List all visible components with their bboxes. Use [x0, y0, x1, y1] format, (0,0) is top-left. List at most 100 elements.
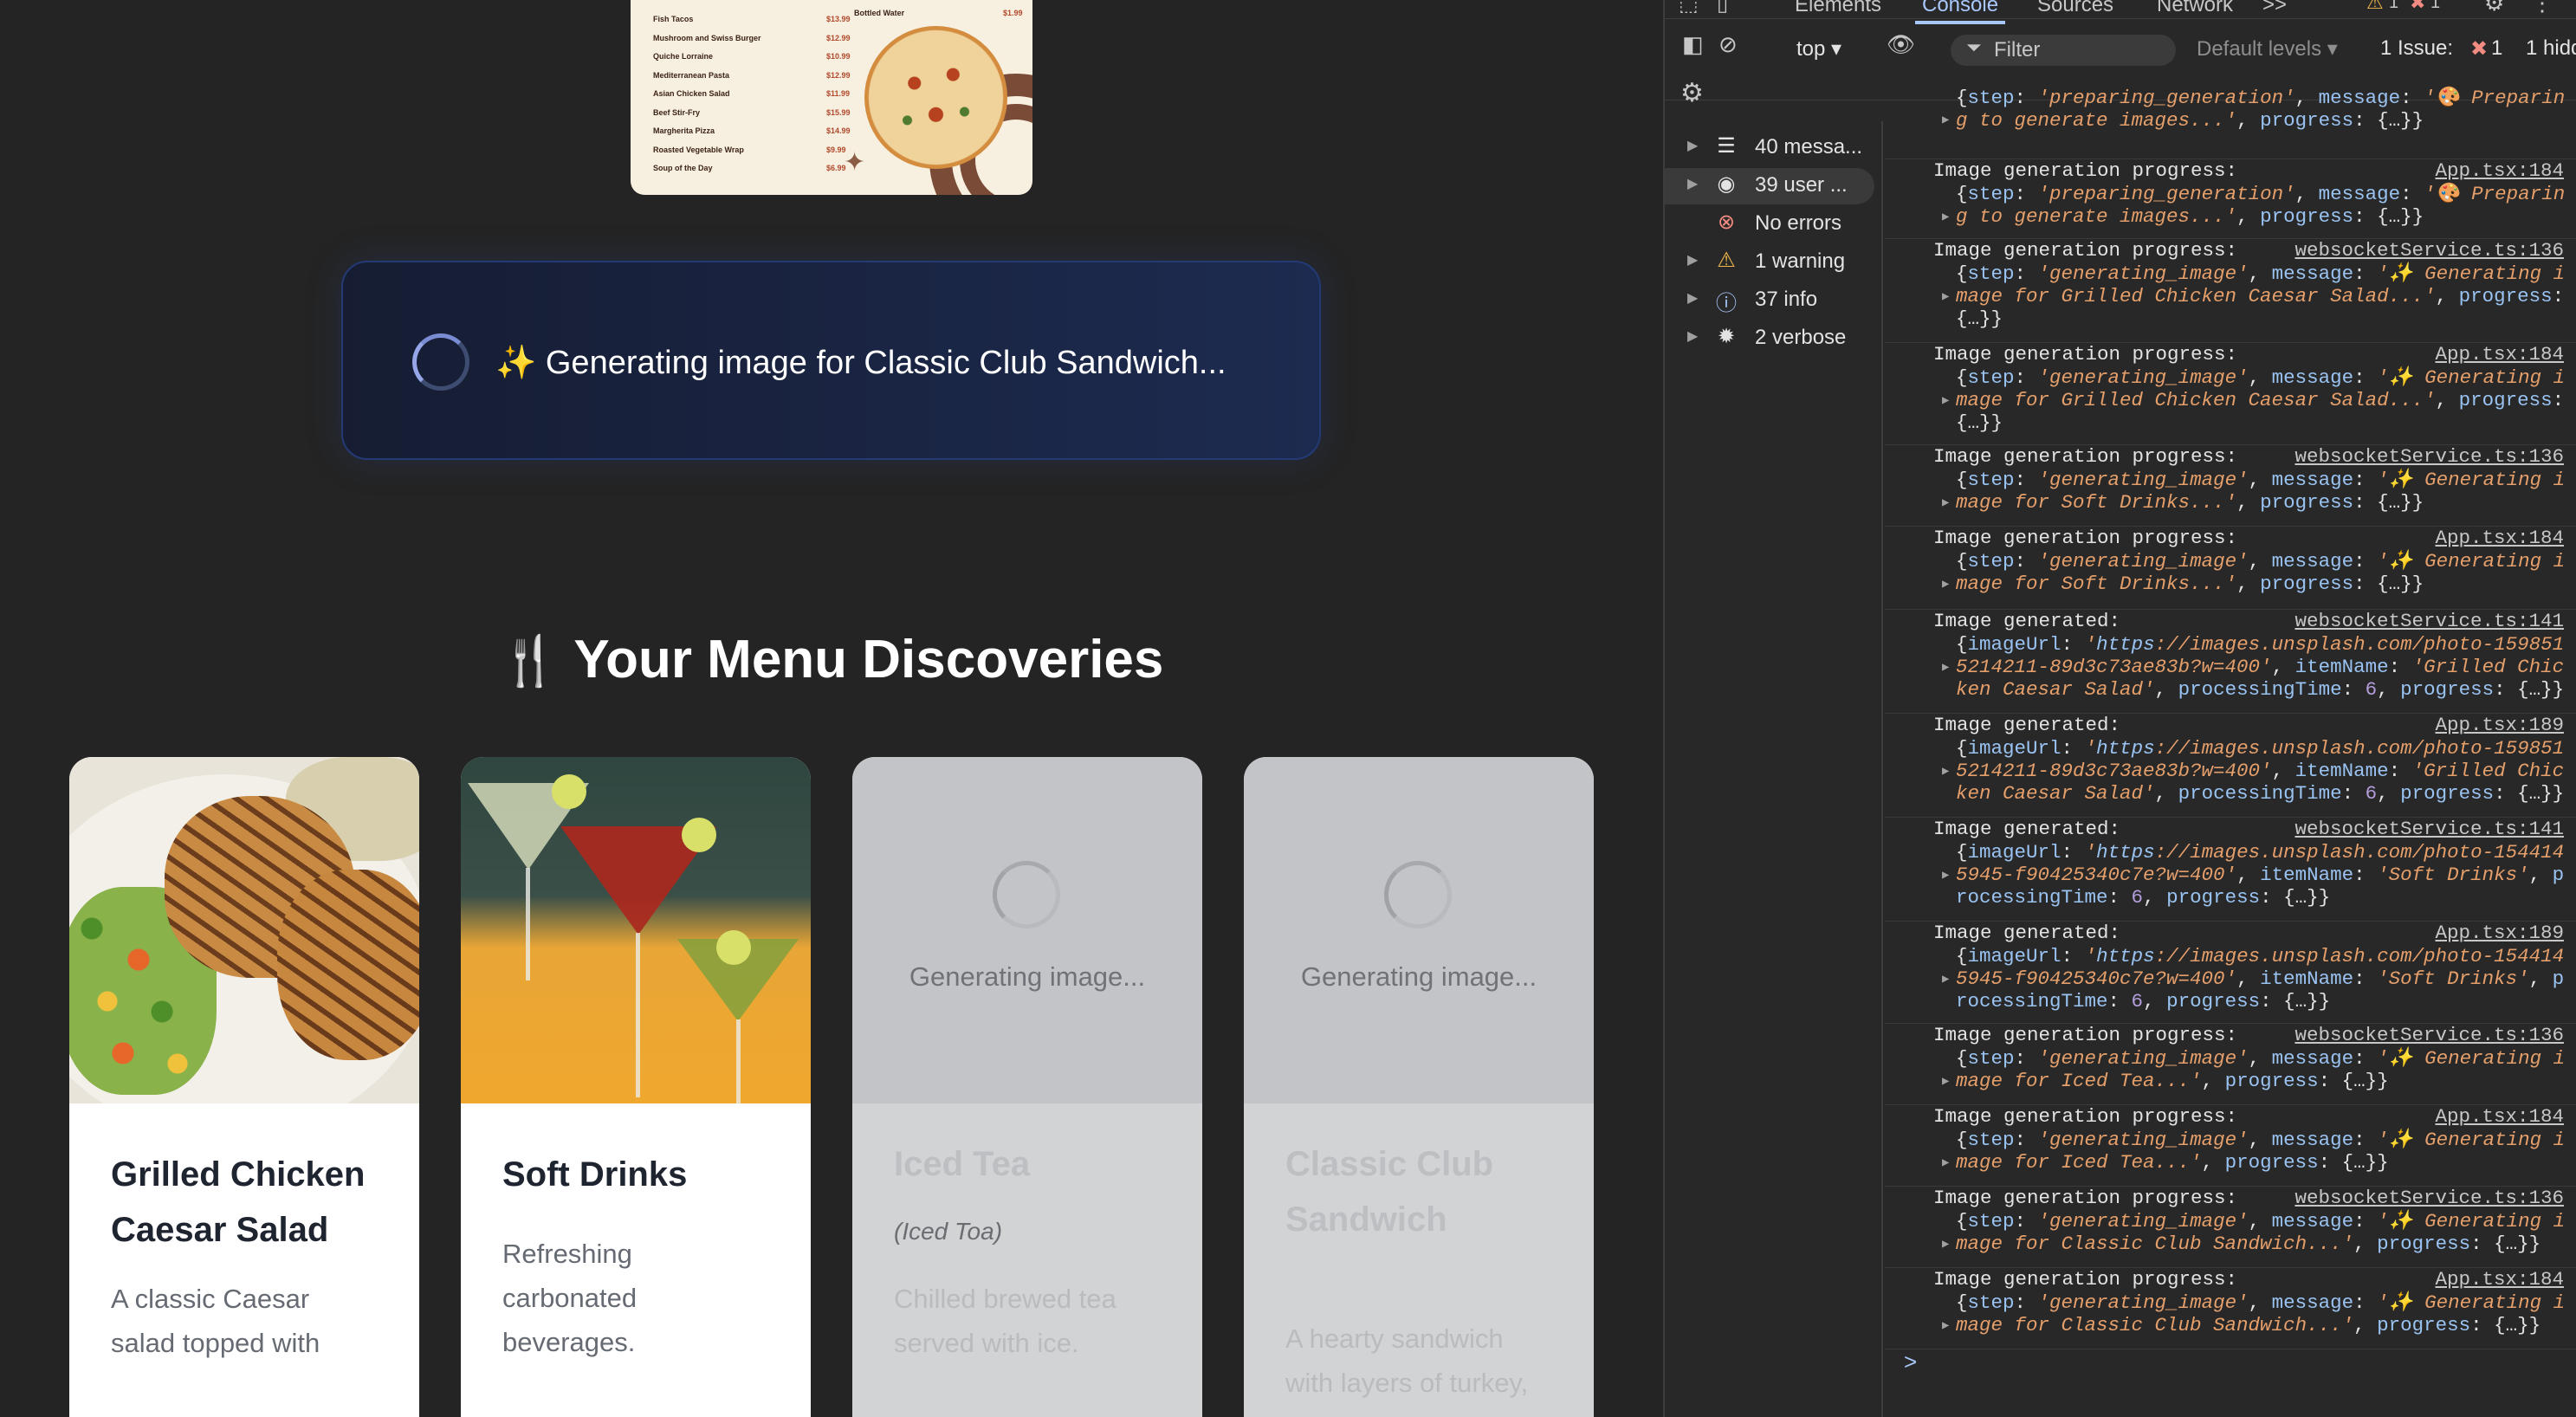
inspect-element-icon[interactable]: ⬚ — [1679, 0, 1699, 16]
expand-object-icon[interactable]: ▶ — [1942, 573, 1949, 596]
filter-icon: ⏷ — [1966, 36, 1982, 58]
console-log-entry[interactable]: Image generation progress: websocketServi… — [1885, 239, 2576, 343]
sidebar-item-verbose[interactable]: ▶ ✹ 2 verbose — [1665, 320, 1883, 357]
cocktail-drinks-image — [461, 757, 811, 1103]
expand-object-icon[interactable]: ▶ — [1942, 864, 1949, 887]
device-toolbar-icon[interactable]: ▯ — [1717, 0, 1728, 16]
log-source-link[interactable]: App.tsx:184 — [2435, 1268, 2564, 1291]
settings-gear-icon[interactable]: ⚙ — [2484, 0, 2504, 16]
expand-object-icon[interactable]: ▶ — [1942, 390, 1949, 412]
card-subtitle: (Iced Toa) — [894, 1218, 1003, 1245]
console-prompt[interactable]: > — [1904, 1349, 1917, 1375]
expand-arrow-icon[interactable]: ▶ — [1687, 175, 1698, 192]
filter-input[interactable]: ⏷ Filter — [1951, 35, 2176, 66]
expand-object-icon[interactable]: ▶ — [1942, 1315, 1949, 1337]
log-source-link[interactable]: App.tsx:189 — [2435, 714, 2564, 736]
sidebar-item-user-messages[interactable]: ▶ ◉ 39 user ... — [1665, 168, 1874, 204]
menu-preview-row: Bottled Water $1.99 — [854, 9, 1027, 21]
expand-object-icon[interactable]: ▶ — [1942, 1152, 1949, 1174]
expand-object-icon[interactable]: ▶ — [1942, 760, 1949, 783]
issues-button[interactable]: 1 Issue: — [2380, 36, 2453, 61]
log-object-preview: {imageUrl: 'https://images.unsplash.com/… — [1956, 633, 2565, 701]
warning-count: 1 — [2389, 0, 2399, 12]
log-source-link[interactable]: App.tsx:184 — [2435, 527, 2564, 549]
console-log-entry[interactable]: Image generation progress: App.tsx:184 ▶ {s… — [1885, 1105, 2576, 1187]
issues-count: 1 — [2491, 36, 2503, 60]
menu-item-name: Margherita Pizza — [653, 126, 715, 135]
menu-preview-row: Soup of the Day $6.99 — [653, 164, 846, 176]
menu-item-name: Soup of the Day — [653, 164, 713, 172]
log-object-preview: {step: 'generating_image', message: '✨ G… — [1956, 1210, 2566, 1255]
tab-sources[interactable]: Sources — [2037, 0, 2113, 17]
sidebar-item-info[interactable]: ▶ ⓘ 37 info — [1665, 282, 1883, 319]
log-object-preview: {step: 'generating_image', message: '✨ G… — [1956, 262, 2576, 330]
sidebar-item-warnings[interactable]: ▶ ⚠ 1 warning — [1665, 244, 1883, 281]
generating-image-text: Generating image... — [909, 961, 1146, 992]
loading-spinner-icon — [993, 861, 1060, 928]
expand-object-icon[interactable]: ▶ — [1942, 1233, 1949, 1256]
log-source-link[interactable]: App.tsx:189 — [2435, 922, 2564, 944]
expand-object-icon[interactable]: ▶ — [1942, 109, 1949, 132]
console-log-entry[interactable]: Image generation progress: App.tsx:184 ▶ {s… — [1885, 1268, 2576, 1349]
expand-object-icon[interactable]: ▶ — [1942, 1071, 1949, 1093]
menu-card[interactable]: Generating image... Iced Tea (Iced Toa) … — [852, 757, 1202, 1417]
expand-arrow-icon[interactable]: ▶ — [1687, 251, 1698, 269]
console-log-entry[interactable]: Image generation progress: App.tsx:184 ▶ {s… — [1885, 159, 2576, 239]
expand-object-icon[interactable]: ▶ — [1942, 286, 1949, 308]
expand-object-icon[interactable]: ▶ — [1942, 657, 1949, 679]
expand-arrow-icon[interactable]: ▶ — [1687, 289, 1698, 307]
console-log-entry[interactable]: Image generated: App.tsx:189 ▶ {imageUrl: '… — [1885, 714, 2576, 818]
console-settings-gear-icon[interactable]: ⚙ — [1680, 78, 1704, 108]
more-options-icon[interactable]: ⋮ — [2531, 0, 2553, 16]
console-log-entry[interactable]: Image generation progress: App.tsx:184 ▶ {s… — [1885, 343, 2576, 445]
live-expression-eye-icon[interactable]: 👁 — [1887, 31, 1915, 58]
more-tabs-icon[interactable]: >> — [2262, 0, 2287, 17]
menu-item-price: $1.99 — [1003, 9, 1023, 17]
menu-card[interactable]: Grilled Chicken Caesar Salad A classic C… — [69, 757, 419, 1417]
log-source-link[interactable]: App.tsx:184 — [2435, 1105, 2564, 1128]
log-object-preview: {step: 'generating_image', message: '✨ G… — [1956, 1047, 2566, 1092]
tab-console[interactable]: Console — [1914, 0, 2006, 24]
console-log-entry[interactable]: Image generation progress: websocketServi… — [1885, 445, 2576, 527]
expand-object-icon[interactable]: ▶ — [1942, 492, 1949, 514]
expand-arrow-icon[interactable]: ▶ — [1687, 137, 1698, 154]
expand-arrow-icon[interactable]: ▶ — [1687, 327, 1698, 345]
menu-item-price: $13.99 — [826, 15, 851, 23]
log-source-link[interactable]: websocketService.ts:141 — [2294, 610, 2564, 632]
issues-error-icon: ✖ — [2470, 37, 2489, 61]
console-log-entry[interactable]: Image generation progress: websocketServi… — [1885, 1187, 2576, 1268]
menu-card[interactable]: Soft Drinks Refreshing carbonated bevera… — [461, 757, 811, 1417]
menu-preview-row: Beef Stir-Fry $15.99 — [653, 108, 851, 120]
console-log-entry[interactable]: ▶ {step: 'preparing_generation', message:… — [1885, 87, 2576, 159]
expand-object-icon[interactable]: ▶ — [1942, 968, 1949, 991]
log-levels-dropdown[interactable]: Default levels ▾ — [2197, 36, 2338, 61]
console-log-area[interactable]: ▶ {step: 'preparing_generation', message:… — [1885, 87, 2576, 1417]
console-log-entry[interactable]: Image generated: websocketService.ts:141 ▶… — [1885, 818, 2576, 922]
log-object-preview: {step: 'generating_image', message: '✨ G… — [1956, 1129, 2566, 1174]
tab-network[interactable]: Network — [2157, 0, 2233, 17]
tab-elements[interactable]: Elements — [1795, 0, 1881, 17]
error-icon[interactable]: ✖ — [2410, 0, 2425, 14]
console-log-entry[interactable]: Image generated: websocketService.ts:141 ▶… — [1885, 610, 2576, 714]
card-title: Classic Club Sandwich — [1285, 1145, 1494, 1239]
log-message: Image generation progress: — [1933, 343, 2238, 366]
log-source-link[interactable]: websocketService.ts:136 — [2294, 239, 2564, 262]
log-source-link[interactable]: App.tsx:184 — [2435, 159, 2564, 182]
sidebar-item-errors[interactable]: ⊗ No errors — [1665, 206, 1883, 243]
clear-console-icon[interactable]: ⊘ — [1718, 31, 1738, 58]
log-source-link[interactable]: websocketService.ts:136 — [2294, 1024, 2564, 1046]
log-source-link[interactable]: websocketService.ts:141 — [2294, 818, 2564, 840]
sidebar-toggle-icon[interactable]: ◧ — [1682, 31, 1704, 58]
log-source-link[interactable]: App.tsx:184 — [2435, 343, 2564, 366]
console-log-entry[interactable]: Image generation progress: App.tsx:184 ▶ {s… — [1885, 527, 2576, 610]
expand-object-icon[interactable]: ▶ — [1942, 206, 1949, 229]
log-source-link[interactable]: websocketService.ts:136 — [2294, 445, 2564, 468]
bug-icon: ✹ — [1717, 325, 1736, 348]
warning-icon[interactable]: ⚠ — [2366, 0, 2384, 14]
menu-card[interactable]: Generating image... Classic Club Sandwic… — [1244, 757, 1594, 1417]
console-log-entry[interactable]: Image generation progress: websocketServi… — [1885, 1024, 2576, 1105]
context-selector[interactable]: top ▾ — [1796, 36, 1841, 61]
log-source-link[interactable]: websocketService.ts:136 — [2294, 1187, 2564, 1209]
sidebar-item-messages[interactable]: ▶ ☰ 40 messa... — [1665, 130, 1883, 166]
console-log-entry[interactable]: Image generated: App.tsx:189 ▶ {imageUrl: '… — [1885, 922, 2576, 1024]
